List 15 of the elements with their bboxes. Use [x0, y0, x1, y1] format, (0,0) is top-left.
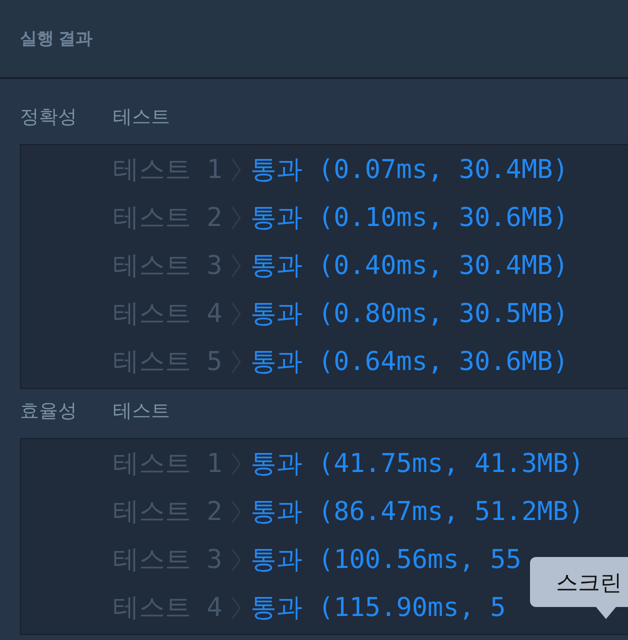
test-result: 통과 (100.56ms, 55: [250, 544, 522, 576]
test-result: 통과 (115.90ms, 5: [250, 592, 506, 624]
test-result: 통과 (0.10ms, 30.6MB): [250, 202, 568, 234]
test-result: 통과 (86.47ms, 51.2MB): [250, 496, 584, 528]
test-result: 통과 (0.07ms, 30.4MB): [250, 154, 568, 186]
section-label: 테스트: [113, 106, 170, 130]
test-result: 통과 (0.80ms, 30.5MB): [250, 298, 568, 330]
section-category: 효율성: [20, 400, 78, 424]
test-result: 통과 (0.64ms, 30.6MB): [250, 346, 568, 378]
section-category: 정확성: [20, 106, 78, 130]
section-label: 테스트: [113, 400, 170, 424]
test-result: 통과 (0.40ms, 30.4MB): [250, 250, 568, 282]
test-result: 통과 (41.75ms, 41.3MB): [250, 448, 584, 480]
tooltip-text: 스크린: [556, 568, 622, 596]
panel-title: 실행 결과: [20, 28, 93, 50]
